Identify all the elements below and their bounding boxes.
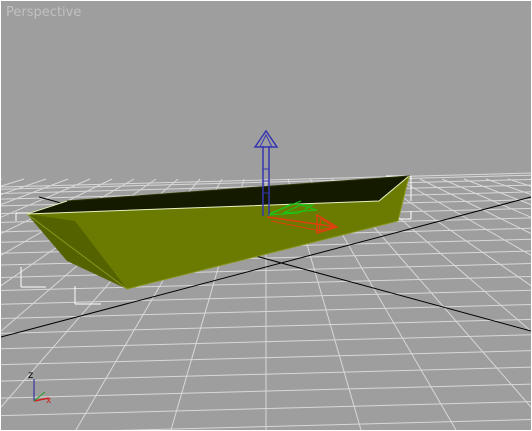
scene-canvas[interactable]: z x — [1, 1, 531, 430]
tripod-x-label: x — [46, 396, 52, 406]
grid-line-receding — [397, 178, 531, 256]
axis-tripod-icon: z x — [28, 370, 52, 406]
tripod-z-label: z — [28, 370, 33, 381]
perspective-viewport[interactable]: Perspective z x — [0, 0, 532, 431]
viewport-label[interactable]: Perspective — [6, 5, 81, 20]
